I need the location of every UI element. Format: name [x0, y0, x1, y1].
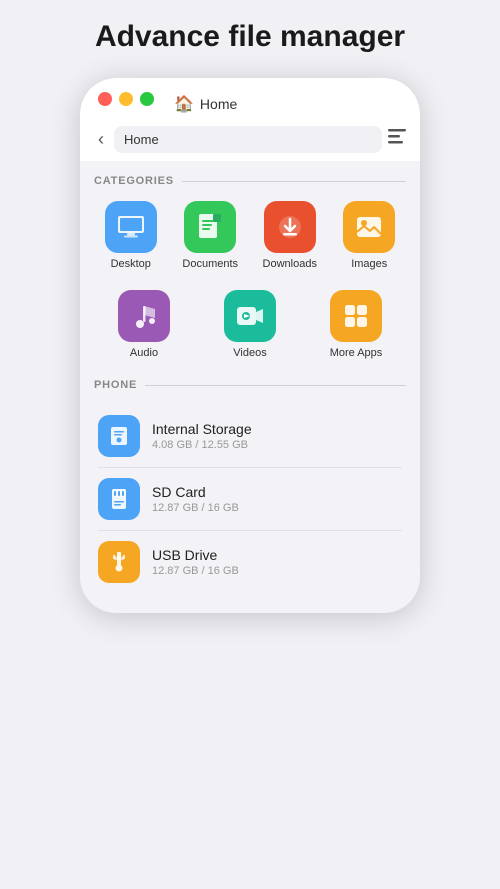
categories-divider	[182, 181, 406, 182]
usb-name: USB Drive	[152, 547, 239, 563]
window-chrome: 🏠 Home ‹	[80, 78, 420, 161]
usb-size: 12.87 GB / 16 GB	[152, 565, 239, 577]
storage-item-sdcard[interactable]: SD Card 12.87 GB / 16 GB	[94, 468, 406, 530]
internal-storage-size: 4.08 GB / 12.55 GB	[152, 439, 252, 451]
phone-divider	[145, 385, 406, 386]
categories-grid-row1: Desktop Documents	[94, 201, 406, 270]
sdcard-info: SD Card 12.87 GB / 16 GB	[152, 484, 239, 514]
phone-label: PHONE	[94, 379, 137, 391]
back-button[interactable]: ‹	[94, 127, 108, 152]
window-title-bar: 🏠 Home	[174, 94, 237, 114]
sdcard-icon	[98, 478, 140, 520]
downloads-icon	[264, 201, 316, 253]
desktop-label: Desktop	[111, 258, 151, 270]
category-audio[interactable]: Audio	[94, 290, 194, 359]
phone-frame: 🏠 Home ‹ CATEGORIES	[80, 78, 420, 613]
page-title: Advance file manager	[95, 20, 405, 54]
images-label: Images	[351, 258, 387, 270]
address-input[interactable]	[114, 126, 382, 153]
sdcard-size: 12.87 GB / 16 GB	[152, 502, 239, 514]
videos-icon	[224, 290, 276, 342]
sdcard-name: SD Card	[152, 484, 239, 500]
audio-icon	[118, 290, 170, 342]
documents-icon	[184, 201, 236, 253]
categories-section-header: CATEGORIES	[94, 175, 406, 187]
internal-storage-info: Internal Storage 4.08 GB / 12.55 GB	[152, 421, 252, 451]
close-button[interactable]	[98, 92, 112, 106]
category-videos[interactable]: Videos	[200, 290, 300, 359]
videos-label: Videos	[233, 347, 266, 359]
internal-storage-name: Internal Storage	[152, 421, 252, 437]
list-view-icon[interactable]	[388, 129, 406, 150]
category-documents[interactable]: Documents	[174, 201, 248, 270]
storage-item-internal[interactable]: Internal Storage 4.08 GB / 12.55 GB	[94, 405, 406, 467]
moreapps-label: More Apps	[330, 347, 383, 359]
window-title: Home	[200, 96, 237, 112]
maximize-button[interactable]	[140, 92, 154, 106]
documents-label: Documents	[182, 258, 238, 270]
traffic-lights	[98, 92, 154, 106]
storage-item-usb[interactable]: USB Drive 12.87 GB / 16 GB	[94, 531, 406, 593]
category-moreapps[interactable]: More Apps	[306, 290, 406, 359]
content-area: CATEGORIES Desktop	[80, 161, 420, 613]
internal-storage-icon	[98, 415, 140, 457]
images-icon	[343, 201, 395, 253]
phone-section-header: PHONE	[94, 379, 406, 391]
downloads-label: Downloads	[263, 258, 317, 270]
usb-info: USB Drive 12.87 GB / 16 GB	[152, 547, 239, 577]
categories-label: CATEGORIES	[94, 175, 174, 187]
audio-label: Audio	[130, 347, 158, 359]
address-bar-row: ‹	[94, 126, 406, 161]
categories-grid-row2: Audio Videos	[94, 290, 406, 359]
moreapps-icon	[330, 290, 382, 342]
category-downloads[interactable]: Downloads	[253, 201, 327, 270]
category-images[interactable]: Images	[333, 201, 407, 270]
usb-icon	[98, 541, 140, 583]
home-icon: 🏠	[174, 94, 194, 114]
minimize-button[interactable]	[119, 92, 133, 106]
storage-list: Internal Storage 4.08 GB / 12.55 GB	[94, 405, 406, 593]
desktop-icon	[105, 201, 157, 253]
category-desktop[interactable]: Desktop	[94, 201, 168, 270]
